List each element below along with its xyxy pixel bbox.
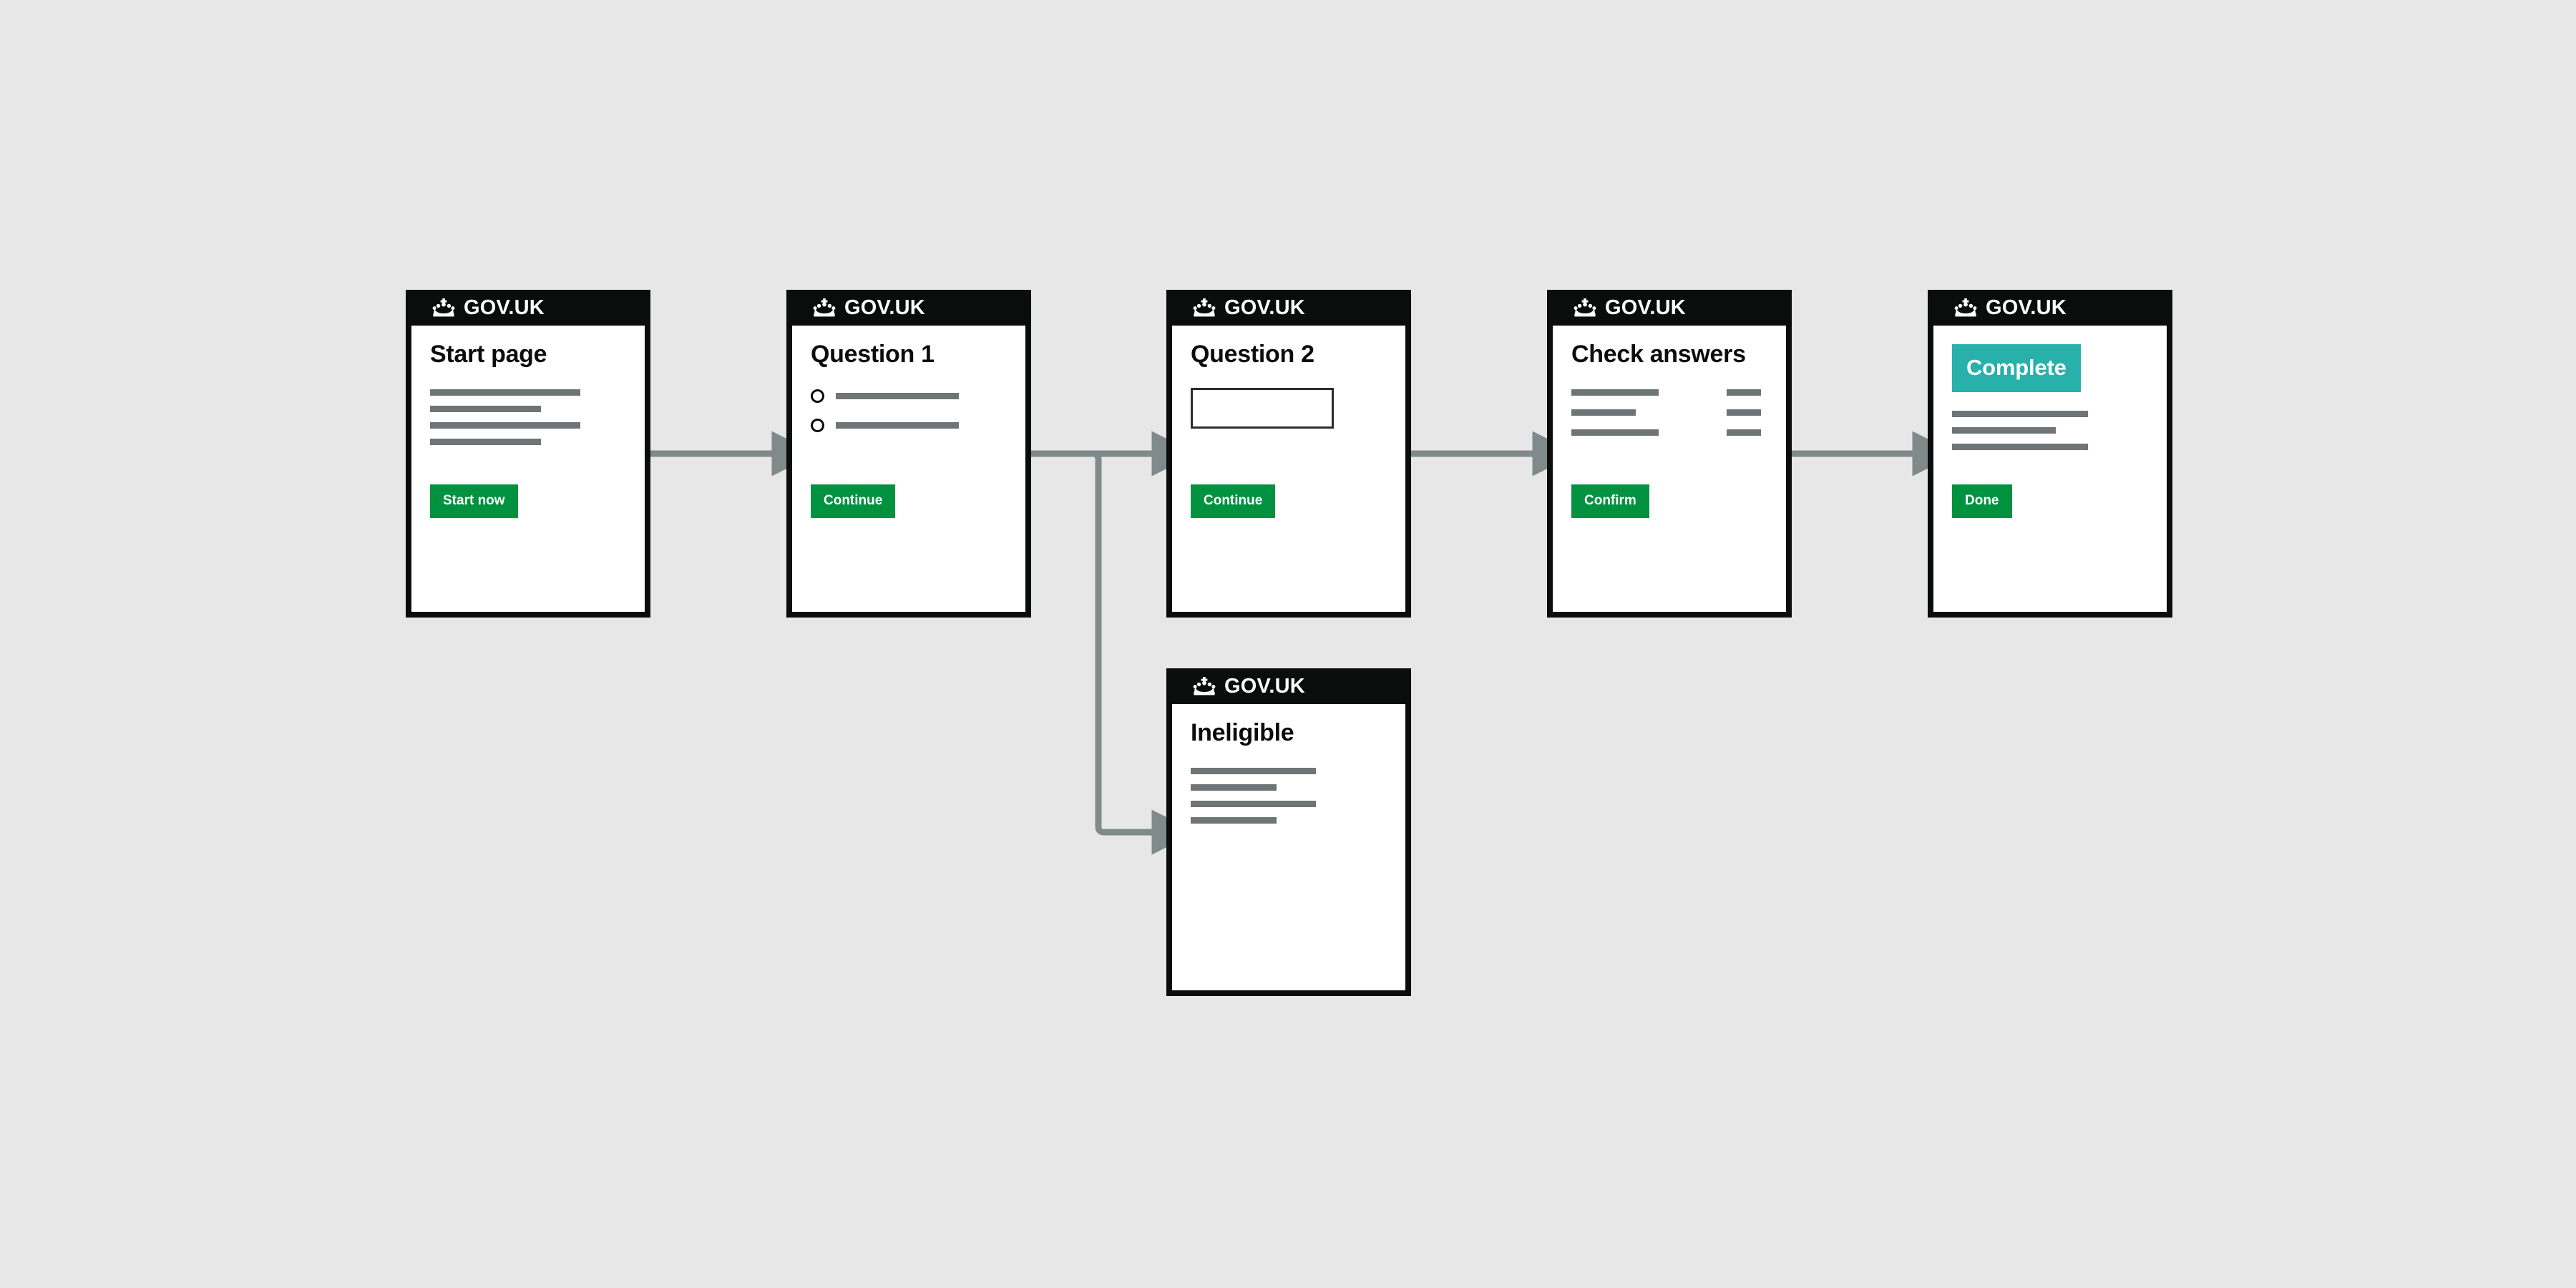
answer-text-input[interactable] <box>1191 388 1334 429</box>
govuk-header: GOV.UK <box>1553 290 1786 326</box>
card-question-1[interactable]: GOV.UK Question 1 Continue <box>786 290 1031 618</box>
page-title: Ineligible <box>1191 719 1294 746</box>
govuk-header: GOV.UK <box>411 290 645 326</box>
radio-icon[interactable] <box>811 419 824 433</box>
radio-option[interactable] <box>811 389 1007 404</box>
placeholder-bar <box>836 422 959 429</box>
crown-icon <box>813 298 836 317</box>
card-question-2[interactable]: GOV.UK Question 2 Continue <box>1166 290 1411 618</box>
placeholder-bar <box>1952 444 2088 450</box>
govuk-wordmark: GOV.UK <box>1605 296 1686 319</box>
placeholder-text-block <box>1952 411 2148 450</box>
govuk-wordmark: GOV.UK <box>1224 296 1305 319</box>
placeholder-bar <box>430 406 541 413</box>
confirmation-panel: Complete <box>1952 344 2081 392</box>
done-button[interactable]: Done <box>1952 484 2012 518</box>
placeholder-bar <box>1191 784 1277 791</box>
govuk-wordmark: GOV.UK <box>1224 674 1305 698</box>
card-complete[interactable]: GOV.UK Complete Done <box>1928 290 2172 618</box>
flow-diagram-canvas: GOV.UK Start page Start now GOV.UK Quest… <box>0 0 2576 1288</box>
placeholder-bar <box>836 393 959 400</box>
radio-icon[interactable] <box>811 389 824 404</box>
page-title: Question 1 <box>811 341 935 368</box>
start-now-button[interactable]: Start now <box>430 484 518 518</box>
card-body: Complete Done <box>1933 326 2167 612</box>
placeholder-bar <box>1952 427 2056 434</box>
crown-icon <box>1193 298 1216 317</box>
placeholder-bar <box>1727 389 1762 396</box>
radio-group[interactable] <box>811 389 1007 433</box>
govuk-header: GOV.UK <box>1172 290 1405 326</box>
summary-answer-column <box>1727 389 1767 446</box>
govuk-header: GOV.UK <box>792 290 1025 326</box>
answer-summary-list <box>1571 389 1767 446</box>
placeholder-bar <box>1727 409 1762 416</box>
govuk-wordmark: GOV.UK <box>1986 296 2067 319</box>
page-title: Question 2 <box>1191 341 1314 368</box>
continue-button[interactable]: Continue <box>811 484 896 518</box>
confirm-button[interactable]: Confirm <box>1571 484 1649 518</box>
card-body: Ineligible <box>1172 704 1405 990</box>
crown-icon <box>1574 298 1596 317</box>
continue-button[interactable]: Continue <box>1191 484 1276 518</box>
placeholder-text-block <box>1191 768 1387 824</box>
card-body: Question 1 Continue <box>792 326 1025 612</box>
placeholder-text-block <box>430 389 626 446</box>
placeholder-bar <box>1952 411 2088 417</box>
crown-icon <box>1193 677 1216 696</box>
card-check-answers[interactable]: GOV.UK Check answers Confirm <box>1547 290 1792 618</box>
placeholder-bar <box>1571 409 1636 416</box>
placeholder-bar <box>430 389 580 396</box>
connector-layer <box>650 431 1958 855</box>
placeholder-bar <box>1191 768 1316 775</box>
summary-question-column <box>1571 389 1672 446</box>
placeholder-bar <box>1191 817 1277 824</box>
card-body: Start page Start now <box>411 326 645 612</box>
placeholder-bar <box>1727 429 1762 436</box>
govuk-header: GOV.UK <box>1172 668 1405 704</box>
placeholder-bar <box>430 439 541 446</box>
govuk-wordmark: GOV.UK <box>844 296 925 319</box>
page-title: Check answers <box>1571 341 1746 368</box>
card-body: Check answers Confirm <box>1553 326 1786 612</box>
card-start-page[interactable]: GOV.UK Start page Start now <box>406 290 650 618</box>
placeholder-bar <box>1571 389 1659 396</box>
card-body: Question 2 Continue <box>1172 326 1405 612</box>
radio-option[interactable] <box>811 419 1007 433</box>
placeholder-bar <box>430 422 580 429</box>
govuk-wordmark: GOV.UK <box>464 296 545 319</box>
page-title: Start page <box>430 341 547 368</box>
connector-question1-to-ineligible <box>1031 450 1197 855</box>
placeholder-bar <box>1191 801 1316 808</box>
govuk-header: GOV.UK <box>1933 290 2167 326</box>
crown-icon <box>432 298 455 317</box>
crown-icon <box>1954 298 1977 317</box>
placeholder-bar <box>1571 429 1659 436</box>
card-ineligible[interactable]: GOV.UK Ineligible <box>1166 668 1411 996</box>
